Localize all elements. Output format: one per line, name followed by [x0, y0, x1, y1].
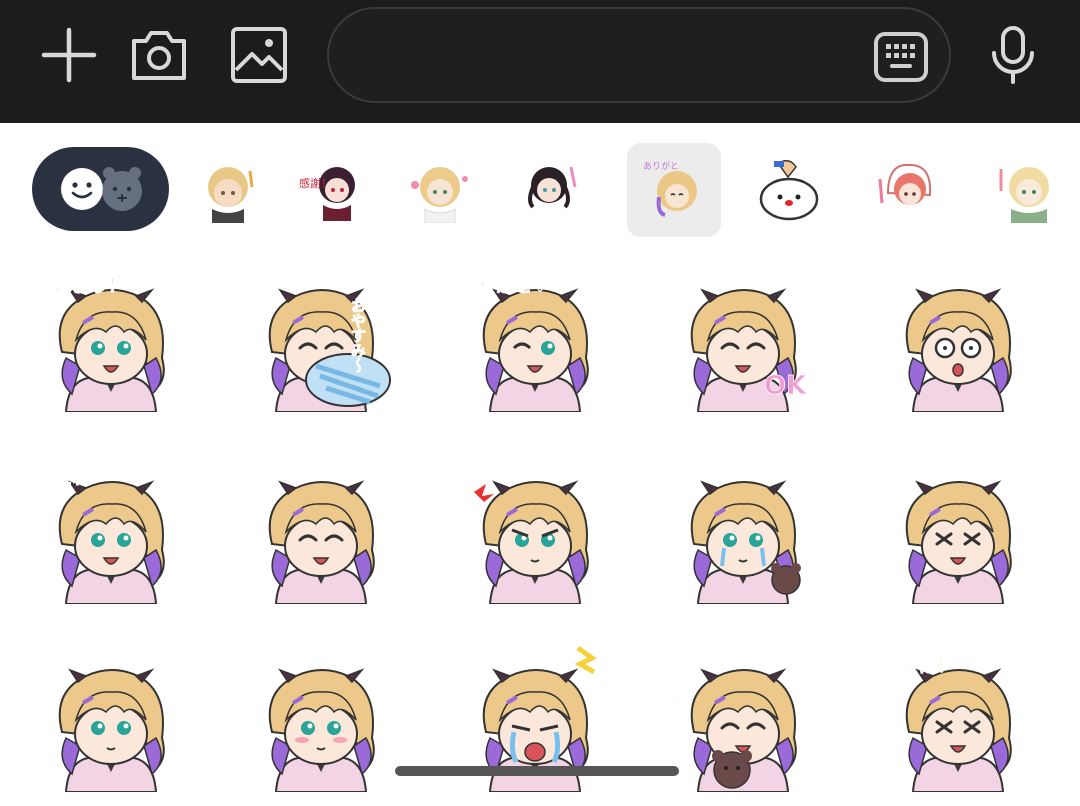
sticker-caption: またね〜 — [36, 468, 108, 489]
sticker-item[interactable]: おやすみ〜 — [238, 262, 398, 412]
sticker-item[interactable]: ぎゅ〜 — [660, 642, 820, 792]
sticker-set-tab-7[interactable] — [860, 143, 954, 237]
sticker-item[interactable]: あそぼ！ — [875, 642, 1035, 792]
sticker-item[interactable]: OK — [660, 262, 820, 412]
sticker-set-tab-5[interactable]: ありがと — [627, 143, 721, 237]
sticker-set-tab-3[interactable] — [393, 143, 487, 237]
sticker-item[interactable]: ごめんね — [875, 262, 1035, 412]
message-field[interactable] — [327, 7, 951, 103]
black-hair-girl-sticker-thumb — [528, 166, 577, 209]
emoji-tab-button[interactable] — [32, 147, 169, 231]
sticker-set-tab-1[interactable] — [188, 143, 282, 237]
sticker-set-tabs: 感謝！ ありがと — [0, 140, 1080, 240]
sticker-set-tab-6[interactable] — [742, 143, 836, 237]
sticker-item[interactable] — [28, 642, 188, 792]
sticker-caption: おやすみ〜 — [349, 298, 367, 373]
sticker-item[interactable]: おはよう！ — [28, 262, 188, 412]
sticker-item[interactable]: ありがと♡ — [452, 262, 612, 412]
sticker-caption: ぎゅ〜 — [668, 676, 689, 730]
message-input[interactable] — [357, 29, 861, 83]
blonde-girl-sticker-thumb — [208, 167, 254, 223]
sticker-item[interactable] — [452, 454, 612, 604]
sticker-caption: ごめんね — [884, 321, 902, 382]
sticker-caption: OK — [764, 371, 807, 401]
green-blonde-girl-sticker-thumb — [999, 167, 1049, 223]
red-hood-girl-sticker-thumb — [878, 163, 932, 205]
home-indicator — [395, 766, 679, 776]
white-seal-sticker-thumb — [759, 160, 819, 221]
sticker-item[interactable] — [238, 642, 398, 792]
camera-icon[interactable] — [128, 24, 190, 86]
sticker-caption: おはよう！ — [36, 276, 126, 297]
keyboard-icon[interactable] — [873, 29, 929, 85]
sticker-item[interactable] — [238, 454, 398, 604]
dark-hair-girl-sticker-thumb: 感謝！ — [299, 167, 355, 221]
thumb-caption: ありがと — [643, 160, 679, 172]
sticker-set-tab-8[interactable] — [975, 143, 1069, 237]
sticker-item[interactable]: またね〜 — [28, 454, 188, 604]
image-icon[interactable] — [228, 24, 290, 86]
sticker-set-tab-2[interactable]: 感謝！ — [283, 143, 377, 237]
thumb-caption: 感謝！ — [299, 176, 332, 190]
microphone-icon[interactable] — [982, 24, 1044, 86]
sticker-set-tab-4[interactable] — [505, 143, 599, 237]
blonde-purple-girl-sticker-thumb: ありがと — [643, 160, 697, 217]
smiley-face-icon — [61, 168, 103, 210]
sticker-item[interactable] — [875, 454, 1035, 604]
bear-face-icon — [102, 167, 142, 211]
plus-icon[interactable] — [38, 24, 100, 86]
sticker-item[interactable] — [660, 454, 820, 604]
sticker-caption: ありがと♡ — [460, 275, 548, 297]
sticker-grid: おはよう！ おやすみ〜 ありがと♡ OK ごめんね またね〜 ぎゅ〜 あそぼ！ — [0, 250, 1080, 806]
blonde-girl-hearts-sticker-thumb — [411, 167, 468, 223]
message-input-bar — [0, 0, 1080, 123]
sticker-caption: あそぼ！ — [883, 656, 955, 677]
